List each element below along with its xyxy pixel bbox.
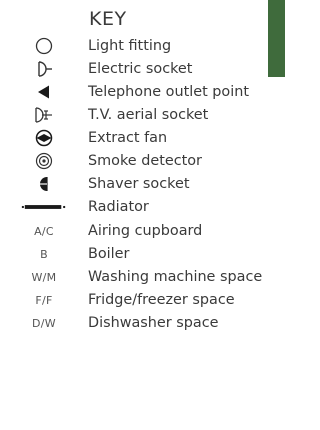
legend-abbr: A/C (34, 224, 54, 238)
legend-row-dishwasher: D/W Dishwasher space (0, 311, 285, 335)
legend-row-shaver-socket: Shaver socket (0, 172, 285, 196)
tv-aerial-socket-icon (20, 103, 68, 127)
legend-abbr-cell: D/W (20, 311, 68, 335)
legend-label: Washing machine space (88, 269, 263, 285)
radiator-icon (20, 195, 68, 219)
legend-label: Airing cupboard (88, 223, 203, 239)
legend-label: Boiler (88, 246, 130, 262)
legend-label: Telephone outlet point (88, 84, 249, 100)
extract-fan-icon (20, 126, 68, 150)
legend-label: Radiator (88, 199, 149, 215)
legend-abbr: B (40, 247, 48, 261)
legend-label: Fridge/freezer space (88, 292, 235, 308)
legend-label: Dishwasher space (88, 315, 219, 331)
legend-row-tv-aerial-socket: T.V. aerial socket (0, 103, 285, 127)
legend-abbr-cell: W/M (20, 265, 68, 289)
legend-row-radiator: Radiator (0, 195, 285, 219)
legend-label: Extract fan (88, 130, 168, 146)
legend-row-telephone-outlet: Telephone outlet point (0, 80, 285, 104)
smoke-detector-icon (20, 149, 68, 173)
legend-row-electric-socket: Electric socket (0, 57, 285, 81)
legend-abbr: D/W (32, 316, 56, 330)
legend-label: Shaver socket (88, 176, 190, 192)
legend-row-light-fitting: Light fitting (0, 34, 285, 58)
legend-abbr-cell: B (20, 242, 68, 266)
legend-label: Light fitting (88, 38, 172, 54)
legend-label: Smoke detector (88, 153, 202, 169)
light-fitting-icon (20, 34, 68, 58)
legend-row-washing-machine: W/M Washing machine space (0, 265, 285, 289)
shaver-socket-icon (20, 172, 68, 196)
legend-row-smoke-detector: Smoke detector (0, 149, 285, 173)
legend-abbr-cell: F/F (20, 288, 68, 312)
legend-label: Electric socket (88, 61, 193, 77)
legend-row-airing-cupboard: A/C Airing cupboard (0, 219, 285, 243)
legend-abbr: F/F (35, 293, 53, 307)
electric-socket-icon (20, 57, 68, 81)
legend-abbr-cell: A/C (20, 219, 68, 243)
legend-label: T.V. aerial socket (88, 107, 209, 123)
legend-abbr: W/M (31, 270, 57, 284)
legend-row-fridge-freezer: F/F Fridge/freezer space (0, 288, 285, 312)
telephone-outlet-icon (20, 80, 68, 104)
legend-row-extract-fan: Extract fan (0, 126, 285, 150)
legend: Light fitting Electric socket Telephone … (0, 0, 285, 430)
legend-row-boiler: B Boiler (0, 242, 285, 266)
